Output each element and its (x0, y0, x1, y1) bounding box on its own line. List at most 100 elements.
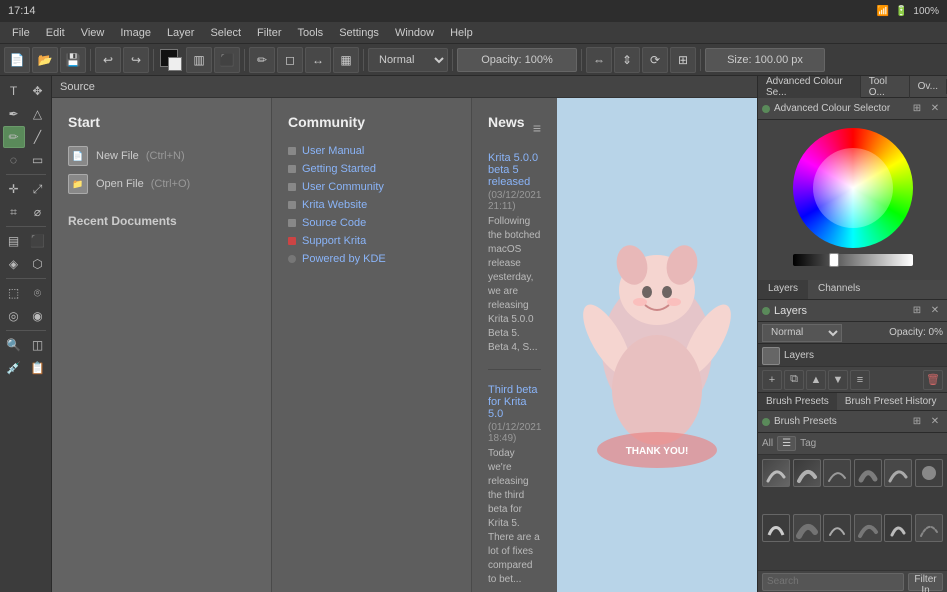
brush-item-6[interactable] (915, 459, 943, 487)
move-tool[interactable]: ✛ (3, 178, 25, 200)
bezier-tool[interactable]: ◌ (3, 149, 25, 171)
link-source-code[interactable]: Source Code (288, 214, 455, 232)
link-powered-by-kde[interactable]: Powered by KDE (288, 250, 455, 268)
wrap-btn[interactable]: ⊞ (670, 47, 696, 73)
freehand-brush-tool[interactable]: ✏ (3, 126, 25, 148)
layer-item-1[interactable]: Layers (758, 344, 947, 366)
value-slider[interactable] (793, 254, 913, 266)
layers-float-btn[interactable]: ⊞ (909, 303, 925, 319)
size-display[interactable]: Size: 100.00 px (705, 48, 825, 72)
gradient-fill-tool[interactable]: ▤ (3, 230, 25, 252)
menu-window[interactable]: Window (387, 25, 442, 41)
opacity-display[interactable]: Opacity: 100% (457, 48, 577, 72)
add-layer-btn[interactable]: + (762, 370, 782, 390)
brush-item-10[interactable] (854, 514, 882, 542)
menu-image[interactable]: Image (112, 25, 159, 41)
smart-patch-tool[interactable]: ◈ (3, 253, 25, 275)
freehand-selection-tool[interactable]: ⌾ (27, 282, 49, 304)
text-tool[interactable]: T (3, 80, 25, 102)
mirror-btn[interactable]: ↔ (305, 47, 331, 73)
copy-layer-btn[interactable]: ⧉ (784, 370, 804, 390)
tab-overview[interactable]: Ov... (910, 79, 947, 94)
rotate-btn[interactable]: ⟳ (642, 47, 668, 73)
fill-tool[interactable]: ⬛ (27, 230, 49, 252)
menu-filter[interactable]: Filter (249, 25, 289, 41)
tab-brush-presets[interactable]: Brush Presets (758, 393, 837, 410)
link-krita-website[interactable]: Krita Website (288, 196, 455, 214)
symmetry-btn[interactable]: ▦ (333, 47, 359, 73)
menu-help[interactable]: Help (442, 25, 481, 41)
gradient-btn[interactable]: ⬛ (214, 47, 240, 73)
open-file-toolbar-btn[interactable]: 📂 (32, 47, 58, 73)
link-user-manual[interactable]: User Manual (288, 142, 455, 160)
menu-layer[interactable]: Layer (159, 25, 203, 41)
brush-item-5[interactable] (884, 459, 912, 487)
brush-item-3[interactable] (823, 459, 851, 487)
news-title-1[interactable]: Krita 5.0.0 beta 5 released (488, 152, 541, 188)
redo-btn[interactable]: ↪ (123, 47, 149, 73)
brush-item-12[interactable] (915, 514, 943, 542)
menu-tools[interactable]: Tools (290, 25, 332, 41)
brush-search-input[interactable] (762, 573, 904, 591)
news-menu-icon[interactable]: ≡ (533, 120, 541, 136)
brush-presets-close-btn[interactable]: ✕ (927, 414, 943, 430)
link-user-community[interactable]: User Community (288, 178, 455, 196)
color-selector-close-btn[interactable]: ✕ (927, 101, 943, 117)
tab-tool-options[interactable]: Tool O... (861, 76, 910, 100)
brush-presets-float-btn[interactable]: ⊞ (909, 414, 925, 430)
link-getting-started[interactable]: Getting Started (288, 160, 455, 178)
new-file-action[interactable]: 📄 New File (Ctrl+N) (68, 142, 255, 170)
crop-tool[interactable]: ⌗ (3, 201, 25, 223)
brush-item-1[interactable] (762, 459, 790, 487)
color-selector-float-btn[interactable]: ⊞ (909, 101, 925, 117)
measure-tool[interactable]: ⌀ (27, 201, 49, 223)
new-file-toolbar-btn[interactable]: 📄 (4, 47, 30, 73)
menu-select[interactable]: Select (202, 25, 249, 41)
erase-mode-btn[interactable]: ◻ (277, 47, 303, 73)
clone-tool[interactable]: ⬡ (27, 253, 49, 275)
brush-item-9[interactable] (823, 514, 851, 542)
rect-tool[interactable]: ▭ (27, 149, 49, 171)
menu-view[interactable]: View (73, 25, 113, 41)
blend-mode-select[interactable]: Normal (368, 48, 448, 72)
group-layer-btn[interactable]: ≡ (850, 370, 870, 390)
tab-brush-preset-history[interactable]: Brush Preset History (837, 393, 945, 410)
scripting-tool[interactable]: 📋 (27, 357, 49, 379)
brush-item-11[interactable] (884, 514, 912, 542)
mirror-v-btn[interactable]: ⇕ (614, 47, 640, 73)
menu-edit[interactable]: Edit (38, 25, 73, 41)
news-title-2[interactable]: Third beta for Krita 5.0 (488, 384, 541, 420)
move-layer-up-btn[interactable]: ▲ (806, 370, 826, 390)
menu-settings[interactable]: Settings (331, 25, 387, 41)
brush-filter-in-tag-btn[interactable]: Filter In Ta... (908, 573, 943, 591)
assistant-tool[interactable]: ◫ (27, 334, 49, 356)
brush-item-4[interactable] (854, 459, 882, 487)
menu-file[interactable]: File (4, 25, 38, 41)
open-file-action[interactable]: 📁 Open File (Ctrl+O) (68, 170, 255, 198)
transform-tool[interactable]: ⤢ (27, 178, 49, 200)
brush-mode-btn[interactable]: ✏ (249, 47, 275, 73)
delete-layer-btn[interactable]: 🗑 (923, 370, 943, 390)
tab-channels[interactable]: Channels (808, 280, 870, 299)
brush-item-8[interactable] (793, 514, 821, 542)
edit-shape-tool[interactable]: ✥ (27, 80, 49, 102)
color-picker-tool[interactable]: 💉 (3, 357, 25, 379)
link-support-krita[interactable]: Support Krita (288, 232, 455, 250)
brush-item-2[interactable] (793, 459, 821, 487)
calligraphy-tool[interactable]: ✒ (3, 103, 25, 125)
color-swatches[interactable] (158, 47, 184, 73)
magnetic-selection-tool[interactable]: ◉ (27, 305, 49, 327)
background-color[interactable] (168, 57, 182, 71)
polygon-tool[interactable]: △ (27, 103, 49, 125)
contiguous-selection-tool[interactable]: ⬚ (3, 282, 25, 304)
mirror-h-btn[interactable]: ⇔ (586, 47, 612, 73)
value-slider-thumb[interactable] (829, 253, 839, 267)
tab-layers[interactable]: Layers (758, 280, 808, 299)
move-layer-down-btn[interactable]: ▼ (828, 370, 848, 390)
layers-close-btn[interactable]: ✕ (927, 303, 943, 319)
bezier-selection-tool[interactable]: ◎ (3, 305, 25, 327)
zoom-tool[interactable]: 🔍 (3, 334, 25, 356)
color-wheel[interactable] (793, 128, 913, 248)
layer-blend-mode-select[interactable]: Normal (762, 324, 842, 342)
pattern-btn[interactable]: ▥ (186, 47, 212, 73)
